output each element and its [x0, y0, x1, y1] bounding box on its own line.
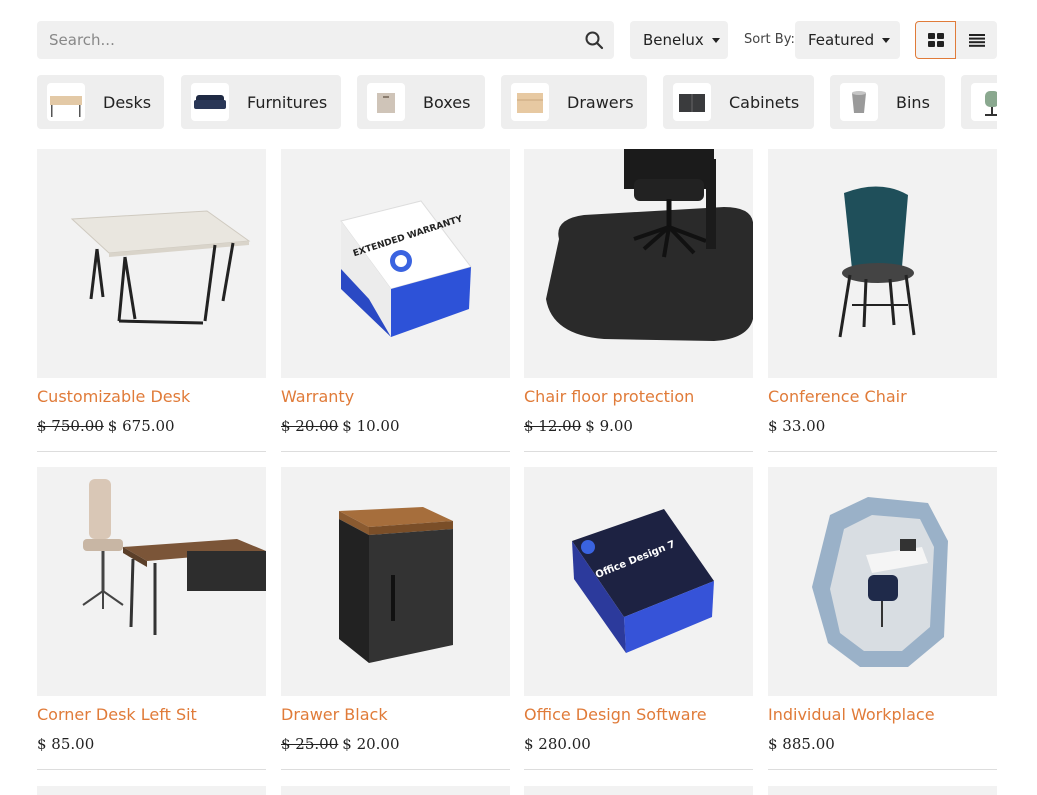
card-divider	[524, 769, 753, 770]
shop-toolbar: Benelux Sort By: Featured	[37, 21, 997, 59]
product-price: $ 33.00	[768, 417, 825, 435]
grid-view-button[interactable]	[915, 21, 956, 59]
product-name[interactable]: Office Design Software	[524, 705, 707, 724]
box-thumbnail	[367, 83, 405, 121]
product-card[interactable]: Office Design 7 Office Design Software $…	[524, 467, 753, 770]
category-label: Bins	[896, 92, 930, 112]
list-view-icon	[968, 33, 985, 47]
product-image[interactable]	[37, 467, 266, 696]
card-divider	[37, 451, 266, 452]
sort-value: Featured	[808, 31, 875, 49]
product-name[interactable]: Individual Workplace	[768, 705, 935, 724]
product-image[interactable]	[524, 149, 753, 378]
old-price: $ 25.00	[281, 735, 339, 753]
list-view-button[interactable]	[956, 21, 997, 59]
category-label: Drawers	[567, 92, 634, 112]
chevron-down-icon	[882, 37, 891, 43]
drawer-thumbnail	[511, 83, 549, 121]
product-card[interactable]: Corner Desk Left Sit $ 85.00	[37, 467, 266, 770]
category-label: Furnitures	[247, 92, 328, 112]
category-desks[interactable]: Desks	[37, 75, 164, 129]
bin-thumbnail	[840, 83, 878, 121]
product-card[interactable]: Customizable Desk $ 750.00 $ 675.00	[37, 149, 266, 452]
product-card[interactable]: Drawer Black $ 25.00 $ 20.00	[281, 467, 510, 770]
sort-label: Sort By:	[744, 32, 795, 47]
product-price: $ 280.00	[524, 735, 591, 753]
cabinet-thumbnail	[673, 83, 711, 121]
card-divider	[281, 769, 510, 770]
product-image[interactable]	[281, 467, 510, 696]
product-image-partial[interactable]	[281, 786, 510, 795]
current-price: $ 9.00	[585, 417, 633, 435]
search-box	[37, 21, 614, 59]
search-icon[interactable]	[584, 30, 604, 50]
card-divider	[768, 451, 997, 452]
old-price: $ 20.00	[281, 417, 339, 435]
old-price: $ 750.00	[37, 417, 104, 435]
product-image-partial[interactable]	[768, 786, 997, 795]
product-image[interactable]: Office Design 7	[524, 467, 753, 696]
product-price: $ 885.00	[768, 735, 835, 753]
chevron-down-icon	[711, 37, 720, 43]
product-price: $ 25.00 $ 20.00	[281, 735, 400, 753]
product-image[interactable]	[768, 149, 997, 378]
desk-thumbnail	[47, 83, 85, 121]
category-label: Cabinets	[729, 92, 800, 112]
product-name[interactable]: Chair floor protection	[524, 387, 694, 406]
product-name[interactable]: Warranty	[281, 387, 354, 406]
current-price: $ 280.00	[524, 735, 591, 753]
sort-dropdown[interactable]: Featured	[795, 21, 900, 59]
old-price: $ 12.00	[524, 417, 582, 435]
category-boxes[interactable]: Boxes	[357, 75, 485, 129]
pricelist-dropdown[interactable]: Benelux	[630, 21, 728, 59]
card-divider	[524, 451, 753, 452]
product-image[interactable]	[768, 467, 997, 696]
product-image-partial[interactable]	[524, 786, 753, 795]
product-card[interactable]: Conference Chair $ 33.00	[768, 149, 997, 452]
product-price: $ 750.00 $ 675.00	[37, 417, 175, 435]
category-bins[interactable]: Bins	[830, 75, 945, 129]
product-card[interactable]: EXTENDED WARRANTY Warranty $ 20.00 $ 10.0…	[281, 149, 510, 452]
category-drawers[interactable]: Drawers	[501, 75, 647, 129]
product-name[interactable]: Conference Chair	[768, 387, 907, 406]
product-name[interactable]: Customizable Desk	[37, 387, 190, 406]
product-price: $ 85.00	[37, 735, 94, 753]
card-divider	[281, 451, 510, 452]
lamp-thumbnail	[971, 83, 997, 121]
category-furnitures[interactable]: Furnitures	[181, 75, 341, 129]
search-input[interactable]	[37, 21, 581, 59]
card-divider	[768, 769, 997, 770]
product-card[interactable]: Individual Workplace $ 885.00	[768, 467, 997, 770]
product-price: $ 12.00 $ 9.00	[524, 417, 633, 435]
sofa-thumbnail	[191, 83, 229, 121]
pricelist-label: Benelux	[643, 31, 704, 49]
category-label: Boxes	[423, 92, 471, 112]
category-lamps[interactable]	[961, 75, 997, 129]
category-label: Desks	[103, 92, 152, 112]
category-cabinets[interactable]: Cabinets	[663, 75, 814, 129]
product-card[interactable]: Chair floor protection $ 12.00 $ 9.00	[524, 149, 753, 452]
category-bar: Desks Furnitures Boxes Drawers Cabinets …	[37, 75, 997, 129]
current-price: $ 675.00	[107, 417, 175, 435]
product-name[interactable]: Drawer Black	[281, 705, 388, 724]
current-price: $ 85.00	[37, 735, 95, 753]
current-price: $ 885.00	[768, 735, 835, 753]
product-image-partial[interactable]	[37, 786, 266, 795]
current-price: $ 33.00	[768, 417, 826, 435]
current-price: $ 10.00	[342, 417, 400, 435]
product-image[interactable]	[37, 149, 266, 378]
product-name[interactable]: Corner Desk Left Sit	[37, 705, 197, 724]
current-price: $ 20.00	[342, 735, 400, 753]
product-price: $ 20.00 $ 10.00	[281, 417, 400, 435]
product-image[interactable]: EXTENDED WARRANTY	[281, 149, 510, 378]
card-divider	[37, 769, 266, 770]
grid-view-icon	[927, 33, 944, 47]
